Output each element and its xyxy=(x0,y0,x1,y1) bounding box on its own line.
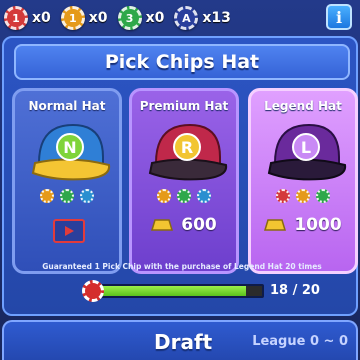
legend-hat-icon: L xyxy=(267,123,347,181)
chip-1-icon: 1 xyxy=(4,6,28,30)
green-chip-icon xyxy=(316,189,330,203)
chip-1-gold-icon: 1 xyxy=(60,6,85,30)
gold-bar-icon xyxy=(151,219,174,231)
card-title: Normal Hat xyxy=(28,99,106,113)
gold-chip-icon xyxy=(40,189,54,203)
blue-chip-icon xyxy=(197,189,211,203)
gold-chip-icon xyxy=(296,189,310,203)
panel-title: Pick Chips Hat xyxy=(14,44,350,80)
card-title: Premium Hat xyxy=(139,99,229,113)
progress-fill xyxy=(98,286,246,296)
watch-video-button[interactable] xyxy=(53,219,85,243)
hat-letter: L xyxy=(301,138,311,157)
red-chip-icon xyxy=(276,189,290,203)
green-chip-icon xyxy=(60,189,74,203)
league-label: League 0 ~ 0 xyxy=(252,334,348,349)
red-chip-icon xyxy=(82,280,104,302)
hat-letter: N xyxy=(63,138,76,157)
gold-bar-icon xyxy=(264,219,287,231)
currency-count: x0 xyxy=(32,10,51,26)
gold-chip-icon xyxy=(157,189,171,203)
blue-chip-icon xyxy=(80,189,94,203)
premium-price-button[interactable]: 600 xyxy=(132,215,236,235)
premium-hat-icon: R xyxy=(148,123,228,181)
play-icon xyxy=(65,226,74,236)
currency-green-chip: 3 x0 xyxy=(117,6,165,30)
normal-hat-icon: N xyxy=(31,123,111,181)
green-chip-icon xyxy=(177,189,191,203)
guarantee-progress: 18 / 20 xyxy=(82,280,322,302)
hat-letter: R xyxy=(181,138,193,157)
currency-count: x0 xyxy=(145,10,165,26)
guarantee-note: Guaranteed 1 Pick Chip with the purchase… xyxy=(42,262,322,271)
currency-bar: 1 x0 1 x0 3 x0 A x13 i xyxy=(0,0,360,36)
currency-count: x0 xyxy=(88,10,108,26)
progress-track xyxy=(96,284,264,298)
currency-blue-chip: A x13 xyxy=(174,6,231,30)
price-value: 1000 xyxy=(294,215,342,235)
hat-chips xyxy=(15,189,119,203)
progress-text: 18 / 20 xyxy=(270,283,320,298)
card-title: Legend Hat xyxy=(264,99,342,113)
info-button[interactable]: i xyxy=(326,4,352,30)
pick-chips-panel: Pick Chips Hat Normal Hat N Premium Hat … xyxy=(2,36,358,316)
bottom-bar: Draft League 0 ~ 0 xyxy=(2,320,358,360)
currency-count: x13 xyxy=(202,10,231,26)
hat-chips xyxy=(251,189,355,203)
legend-price-button[interactable]: 1000 xyxy=(251,215,355,235)
chip-3-icon: 3 xyxy=(117,6,142,30)
normal-hat-card[interactable]: Normal Hat N xyxy=(12,88,122,274)
legend-hat-card[interactable]: Legend Hat L 1000 xyxy=(248,88,358,274)
premium-hat-card[interactable]: Premium Hat R 600 xyxy=(129,88,239,274)
hat-chips xyxy=(132,189,236,203)
draft-button[interactable]: Draft xyxy=(154,330,212,354)
currency-gold-chip: 1 x0 xyxy=(60,6,108,30)
currency-red-chip: 1 x0 xyxy=(4,6,51,30)
chip-a-icon: A xyxy=(174,6,199,30)
price-value: 600 xyxy=(181,215,217,235)
